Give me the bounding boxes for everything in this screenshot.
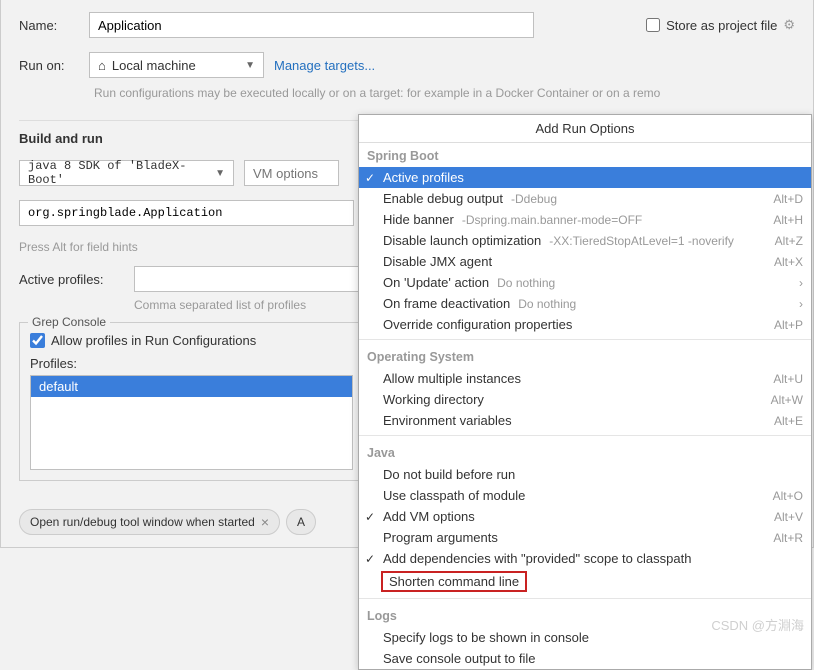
home-icon: ⌂ — [98, 58, 106, 73]
item-use-classpath[interactable]: Use classpath of moduleAlt+O — [359, 485, 811, 506]
chevron-down-icon: ▼ — [215, 168, 225, 179]
profiles-list[interactable]: default — [30, 375, 353, 470]
section-java: Java — [359, 440, 811, 464]
section-spring-boot: Spring Boot — [359, 143, 811, 167]
watermark: CSDN @方淵海 — [711, 615, 804, 634]
store-label: Store as project file — [666, 18, 777, 33]
chevron-down-icon: ▼ — [245, 60, 255, 71]
check-icon: ✓ — [365, 552, 375, 566]
divider — [359, 339, 811, 340]
gear-icon[interactable]: ⚙ — [783, 17, 795, 33]
item-shorten-command-line[interactable]: Shorten command line — [381, 571, 527, 592]
section-os: Operating System — [359, 344, 811, 368]
check-icon: ✓ — [365, 171, 375, 185]
run-on-dropdown[interactable]: ⌂ Local machine ▼ — [89, 52, 264, 78]
close-icon[interactable]: × — [261, 514, 269, 530]
run-on-value: Local machine — [112, 58, 196, 73]
manage-targets-link[interactable]: Manage targets... — [274, 58, 375, 73]
open-tool-window-pill[interactable]: Open run/debug tool window when started … — [19, 509, 280, 535]
divider — [359, 435, 811, 436]
pill-2[interactable]: A — [286, 509, 316, 535]
item-disable-launch[interactable]: Disable launch optimization-XX:TieredSto… — [359, 230, 811, 251]
add-run-options-popup: Add Run Options Spring Boot ✓Active prof… — [358, 114, 812, 670]
item-add-vm[interactable]: ✓Add VM optionsAlt+V — [359, 506, 811, 527]
item-allow-multiple[interactable]: Allow multiple instancesAlt+U — [359, 368, 811, 389]
profiles-label: Profiles: — [30, 356, 353, 371]
item-env-vars[interactable]: Environment variablesAlt+E — [359, 410, 811, 431]
grep-console-group: Grep Console Allow profiles in Run Confi… — [19, 322, 364, 481]
item-save-console[interactable]: Save console output to file — [359, 648, 811, 669]
item-active-profiles[interactable]: ✓Active profiles — [359, 167, 811, 188]
run-on-label: Run on: — [19, 58, 79, 73]
grep-title: Grep Console — [28, 315, 110, 329]
popup-title: Add Run Options — [359, 115, 811, 143]
pill-label: Open run/debug tool window when started — [30, 515, 255, 529]
item-disable-jmx[interactable]: Disable JMX agentAlt+X — [359, 251, 811, 272]
name-input[interactable] — [89, 12, 534, 38]
item-add-deps[interactable]: ✓Add dependencies with "provided" scope … — [359, 548, 811, 569]
profile-item-default[interactable]: default — [31, 376, 352, 397]
item-on-update[interactable]: On 'Update' actionDo nothing› — [359, 272, 811, 293]
sdk-dropdown[interactable]: java 8 SDK of 'BladeX-Boot' ▼ — [19, 160, 234, 186]
check-icon: ✓ — [365, 510, 375, 524]
sdk-value: java 8 SDK of 'BladeX-Boot' — [28, 159, 209, 187]
vm-options-input[interactable] — [244, 160, 339, 186]
active-profiles-input[interactable] — [134, 266, 394, 292]
run-on-hint: Run configurations may be executed local… — [94, 84, 795, 102]
item-override-config[interactable]: Override configuration propertiesAlt+P — [359, 314, 811, 335]
item-hide-banner[interactable]: Hide banner-Dspring.main.banner-mode=OFF… — [359, 209, 811, 230]
divider — [359, 598, 811, 599]
main-class-input[interactable] — [19, 200, 354, 226]
item-program-args[interactable]: Program argumentsAlt+R — [359, 527, 811, 548]
allow-profiles-checkbox[interactable] — [30, 333, 45, 348]
item-no-build[interactable]: Do not build before run — [359, 464, 811, 485]
allow-profiles-label: Allow profiles in Run Configurations — [51, 333, 256, 348]
active-profiles-label: Active profiles: — [19, 272, 124, 287]
item-on-frame[interactable]: On frame deactivationDo nothing› — [359, 293, 811, 314]
store-checkbox[interactable] — [646, 18, 660, 32]
item-enable-debug[interactable]: Enable debug output-DdebugAlt+D — [359, 188, 811, 209]
name-label: Name: — [19, 18, 79, 33]
item-working-dir[interactable]: Working directoryAlt+W — [359, 389, 811, 410]
